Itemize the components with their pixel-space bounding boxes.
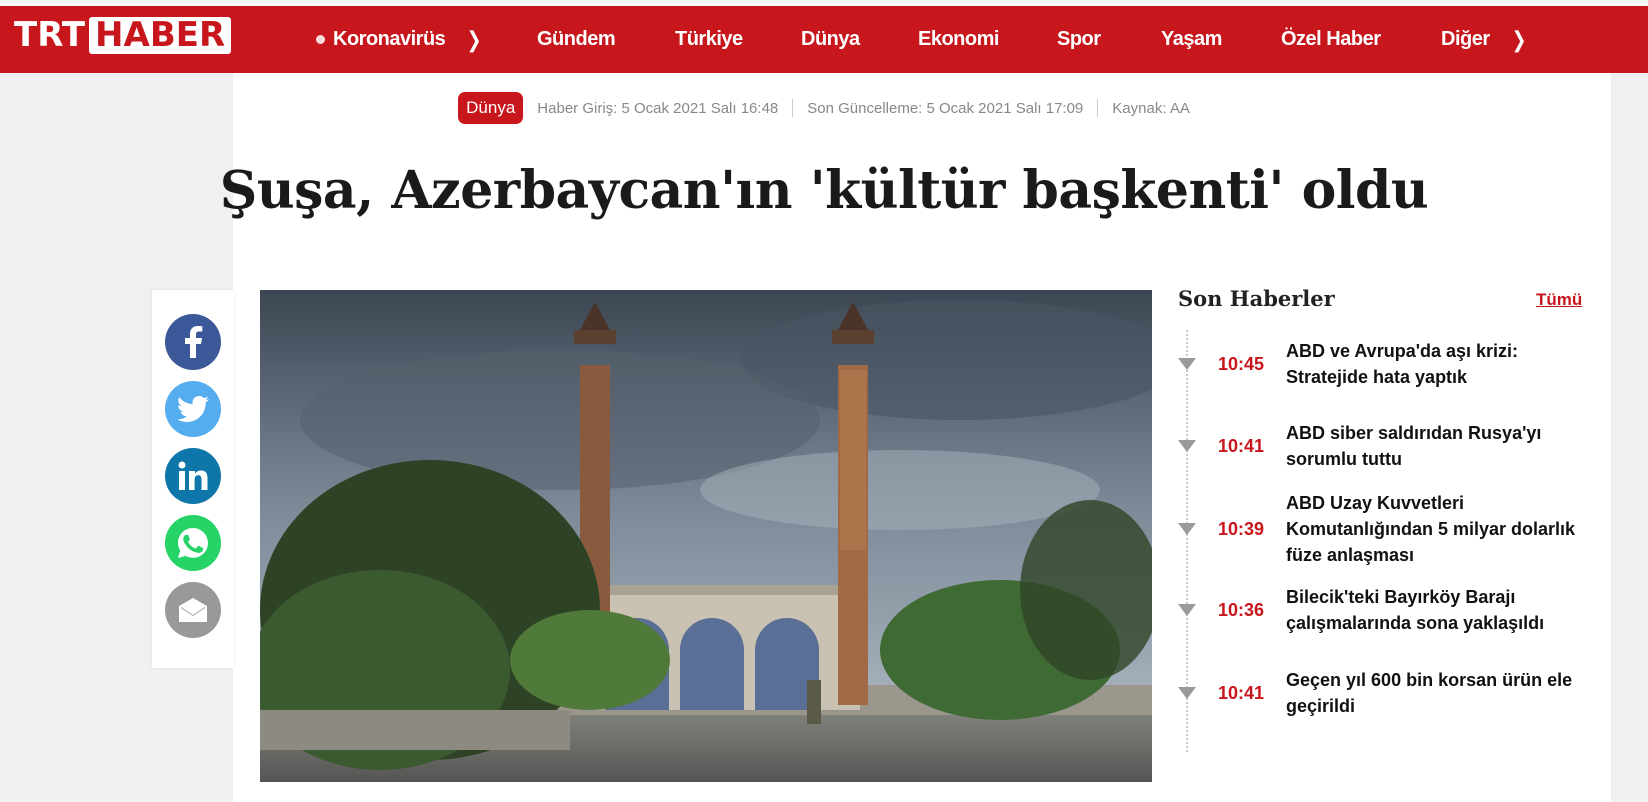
sidebar-title: Son Haberler: [1178, 286, 1335, 311]
nav-item-yasam[interactable]: Yaşam: [1161, 6, 1222, 73]
see-all-link[interactable]: Tümü: [1536, 290, 1582, 310]
nav-label: Dünya: [801, 28, 860, 50]
article-title: Şuşa, Azerbaycan'ın 'kültür başkenti' ol…: [219, 160, 1429, 221]
chevron-right-icon: ❯: [467, 26, 482, 52]
chevron-right-icon: ❯: [1511, 26, 1526, 52]
news-time: 10:41: [1218, 435, 1265, 456]
nav-label: Diğer: [1441, 28, 1490, 50]
nav-item-ekonomi[interactable]: Ekonomi: [918, 6, 999, 73]
news-time: 10:36: [1218, 599, 1265, 620]
nav-item-diger[interactable]: Diğer ❯: [1441, 6, 1528, 73]
twitter-icon[interactable]: [165, 381, 221, 437]
article-meta: Dünya Haber Giriş: 5 Ocak 2021 Salı 16:4…: [0, 92, 1648, 124]
news-item[interactable]: 10:39 ABD Uzay Kuvvetleri Komutanlığında…: [1178, 490, 1588, 568]
nav-label: Gündem: [537, 28, 616, 50]
whatsapp-icon[interactable]: [165, 515, 221, 571]
news-time: 10:45: [1218, 353, 1265, 374]
news-item[interactable]: 10:41 ABD siber saldırıdan Rusya'yı soru…: [1178, 420, 1588, 472]
nav-label: Spor: [1057, 28, 1101, 50]
news-item[interactable]: 10:41 Geçen yıl 600 bin korsan ürün ele …: [1178, 667, 1588, 719]
article-source: Kaynak: AA: [1112, 99, 1190, 117]
nav-label: Yaşam: [1161, 28, 1222, 50]
nav-item-koronavirus[interactable]: Koronavirüs ❯: [316, 6, 483, 73]
nav-label: Özel Haber: [1281, 28, 1381, 50]
news-headline: ABD ve Avrupa'da aşı krizi: Stratejide h…: [1286, 341, 1519, 387]
nav-label: Koronavirüs: [333, 28, 446, 50]
news-headline: ABD siber saldırıdan Rusya'yı sorumlu tu…: [1286, 423, 1542, 469]
meta-divider: [1097, 99, 1099, 117]
linkedin-icon[interactable]: [165, 448, 221, 504]
category-badge[interactable]: Dünya: [458, 92, 524, 124]
arrow-down-icon: [1178, 523, 1196, 535]
nav-item-ozel-haber[interactable]: Özel Haber: [1281, 6, 1381, 73]
news-headline: Bilecik'teki Bayırköy Barajı çalışmaları…: [1286, 587, 1545, 633]
nav-item-turkiye[interactable]: Türkiye: [675, 6, 743, 73]
nav-label: Ekonomi: [918, 28, 999, 50]
news-item[interactable]: 10:36 Bilecik'teki Bayırköy Barajı çalış…: [1178, 584, 1588, 636]
arrow-down-icon: [1178, 687, 1196, 699]
facebook-icon[interactable]: [165, 314, 221, 370]
news-time: 10:41: [1218, 682, 1265, 703]
nav-item-spor[interactable]: Spor: [1057, 6, 1101, 73]
dot-icon: [316, 35, 325, 44]
updated-date: Son Güncelleme: 5 Ocak 2021 Salı 17:09: [807, 99, 1084, 117]
arrow-down-icon: [1178, 440, 1196, 452]
news-headline: Geçen yıl 600 bin korsan ürün ele geçiri…: [1286, 670, 1573, 716]
news-headline: ABD Uzay Kuvvetleri Komutanlığından 5 mi…: [1286, 493, 1576, 565]
email-icon[interactable]: [165, 582, 221, 638]
nav-item-dunya[interactable]: Dünya: [801, 6, 860, 73]
main-nav: Koronavirüs ❯ Gündem Türkiye Dünya Ekono…: [0, 6, 1648, 73]
news-time: 10:39: [1218, 518, 1265, 539]
meta-divider: [792, 99, 794, 117]
arrow-down-icon: [1178, 604, 1196, 616]
nav-label: Türkiye: [675, 28, 743, 50]
arrow-down-icon: [1178, 358, 1196, 370]
article-hero-image: [260, 290, 1152, 782]
mosque-photo: [260, 290, 1152, 782]
nav-item-gundem[interactable]: Gündem: [537, 6, 616, 73]
published-date: Haber Giriş: 5 Ocak 2021 Salı 16:48: [537, 99, 779, 117]
share-bar: [152, 290, 234, 668]
news-item[interactable]: 10:45 ABD ve Avrupa'da aşı krizi: Strate…: [1178, 338, 1588, 390]
